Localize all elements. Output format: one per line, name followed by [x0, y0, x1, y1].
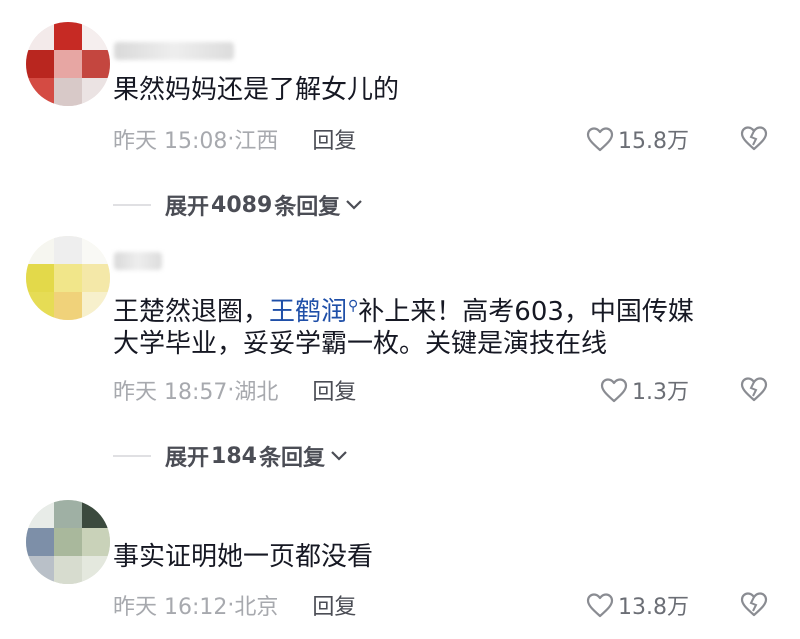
- comment-date: 昨天 15:08: [113, 129, 228, 154]
- comment-date: 昨天 16:12: [113, 595, 228, 620]
- comment-meta: 昨天 18:57 · 湖北 回复: [113, 374, 356, 406]
- heart-outline-icon: [600, 378, 628, 403]
- comment-date: 昨天 18:57: [113, 380, 228, 405]
- avatar[interactable]: [26, 236, 110, 320]
- reply-button[interactable]: 回复: [312, 589, 356, 621]
- comment-location: 湖北: [234, 380, 279, 405]
- chevron-down-icon: [331, 451, 347, 461]
- like-count: 13.8万: [618, 595, 689, 620]
- username-blurred[interactable]: [114, 252, 162, 270]
- avatar[interactable]: [26, 500, 110, 584]
- comment-location: 北京: [234, 595, 279, 620]
- like-button[interactable]: 15.8万: [586, 123, 689, 155]
- expand-prefix: 展开: [165, 446, 210, 471]
- like-count: 15.8万: [618, 129, 689, 154]
- comment-location: 江西: [234, 129, 279, 154]
- avatar[interactable]: [26, 22, 110, 106]
- expand-suffix: 条回复: [258, 446, 325, 471]
- reply-button[interactable]: 回复: [312, 123, 356, 155]
- expand-replies-button[interactable]: 展开 4089 条回复: [113, 189, 364, 221]
- expand-prefix: 展开: [165, 195, 210, 220]
- like-button[interactable]: 13.8万: [586, 589, 689, 621]
- expand-count: 4089: [211, 192, 273, 218]
- dislike-button[interactable]: [740, 591, 768, 621]
- broken-heart-icon: [740, 126, 768, 151]
- comment-text-line2: 大学毕业，妥妥学霸一枚。关键是演技在线: [113, 329, 608, 359]
- reply-button[interactable]: 回复: [312, 374, 356, 406]
- heart-outline-icon: [586, 127, 614, 152]
- mention-link[interactable]: 王鹤润: [269, 297, 347, 327]
- divider-line: [113, 455, 151, 457]
- expand-count: 184: [211, 443, 257, 469]
- like-count: 1.3万: [632, 380, 689, 405]
- comment-text-part: 补上来！高考603，中国传媒: [358, 297, 694, 327]
- search-icon[interactable]: ⚲: [348, 298, 358, 314]
- dislike-button[interactable]: [740, 376, 768, 406]
- dislike-button[interactable]: [740, 125, 768, 155]
- comment-text: 果然妈妈还是了解女儿的: [113, 75, 400, 105]
- meta-dot: ·: [227, 592, 235, 618]
- comment-meta: 昨天 15:08 · 江西 回复: [113, 123, 356, 155]
- like-button[interactable]: 1.3万: [600, 374, 689, 406]
- comment-text: 事实证明她一页都没看: [113, 542, 374, 572]
- broken-heart-icon: [740, 592, 768, 617]
- heart-outline-icon: [586, 593, 614, 618]
- expand-replies-button[interactable]: 展开 184 条回复: [113, 440, 349, 472]
- meta-dot: ·: [227, 126, 235, 152]
- broken-heart-icon: [740, 377, 768, 402]
- divider-line: [113, 204, 151, 206]
- comment-meta: 昨天 16:12 · 北京 回复: [113, 589, 356, 621]
- expand-suffix: 条回复: [274, 195, 341, 220]
- meta-dot: ·: [227, 377, 235, 403]
- username-blurred[interactable]: [114, 42, 234, 60]
- chevron-down-icon: [346, 200, 363, 210]
- comment-text-part: 王楚然退圈，: [113, 297, 270, 327]
